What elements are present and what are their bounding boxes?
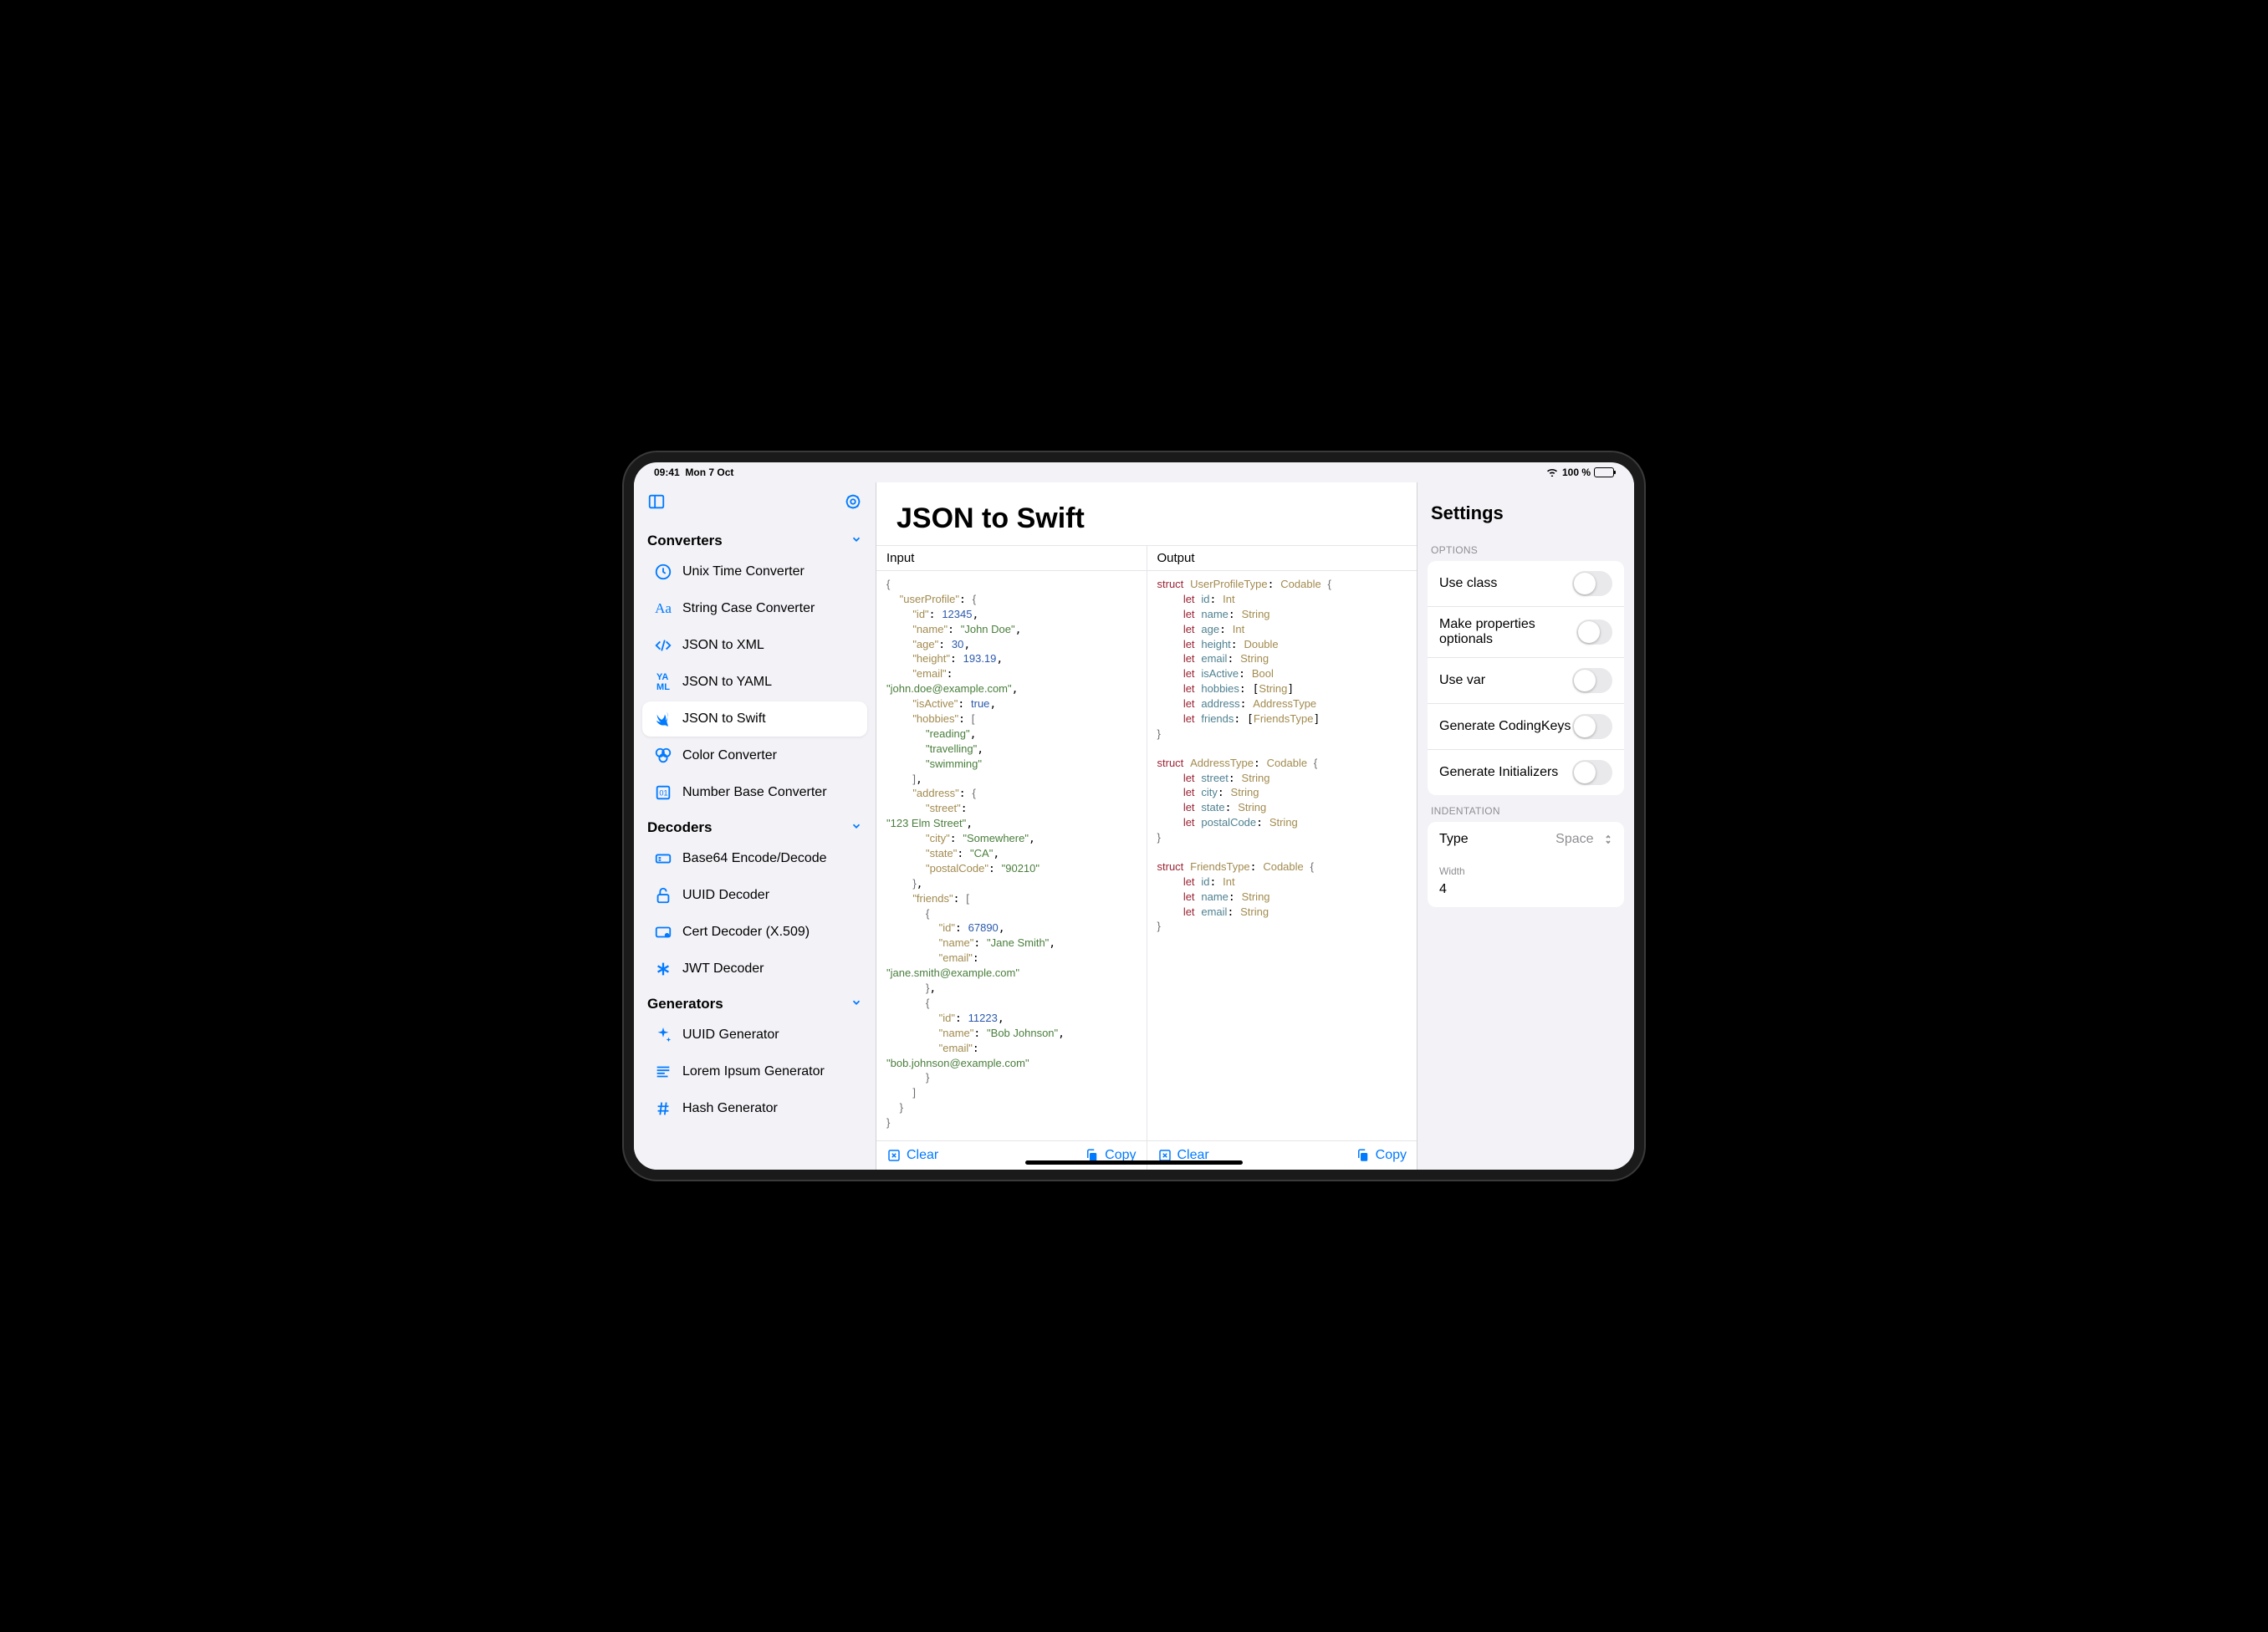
home-indicator — [1025, 1160, 1243, 1165]
battery-icon — [1594, 467, 1614, 477]
sidebar-item-label: Unix Time Converter — [682, 564, 805, 579]
lockopen-icon — [654, 886, 672, 905]
page-title: JSON to Swift — [876, 482, 1417, 545]
sidebar-item-label: JSON to Swift — [682, 711, 766, 727]
sidebar-item-label: JWT Decoder — [682, 961, 764, 977]
sidebar-item-label: Cert Decoder (X.509) — [682, 925, 810, 940]
sidebar-item-json-to-swift[interactable]: JSON to Swift — [642, 701, 867, 737]
section-header[interactable]: Generators — [634, 988, 876, 1016]
sidebar-item-label: Base64 Encode/Decode — [682, 851, 827, 866]
output-column: Output struct UserProfileType: Codable {… — [1147, 546, 1418, 1170]
chevron-down-icon — [850, 995, 862, 1012]
sidebar-item-lorem-ipsum-generator[interactable]: Lorem Ipsum Generator — [642, 1054, 867, 1089]
swift-icon — [654, 710, 672, 728]
chevron-down-icon — [850, 532, 862, 549]
settings-title: Settings — [1428, 482, 1624, 534]
sidebar-item-base64-encode-decode[interactable]: Base64 Encode/Decode — [642, 841, 867, 876]
sidebar-item-label: UUID Generator — [682, 1028, 779, 1043]
input-column: Input { "userProfile": { "id": 12345, "n… — [876, 546, 1147, 1170]
section-header[interactable]: Converters — [634, 525, 876, 553]
statusbar: 09:41 Mon 7 Oct 100 % — [634, 462, 1634, 482]
sidebar-item-label: JSON to XML — [682, 638, 764, 653]
option-generate-codingkeys[interactable]: Generate CodingKeys — [1428, 703, 1624, 749]
svg-text:01: 01 — [659, 789, 667, 798]
battery-pct: 100 % — [1562, 467, 1591, 478]
clear-input-button[interactable]: Clear — [886, 1148, 938, 1163]
gear-icon[interactable] — [844, 492, 862, 515]
b64-icon — [654, 849, 672, 868]
output-label: Output — [1147, 546, 1418, 571]
sidebar-item-color-converter[interactable]: Color Converter — [642, 738, 867, 773]
toggle[interactable] — [1576, 620, 1612, 645]
sidebar-item-label: UUID Decoder — [682, 888, 769, 903]
toggle[interactable] — [1572, 760, 1612, 785]
sidebar: Converters Unix Time Converter Aa String Ca… — [634, 482, 876, 1170]
options-group-label: OPTIONS — [1428, 534, 1624, 561]
sidebar-item-jwt-decoder[interactable]: JWT Decoder — [642, 951, 867, 987]
sidebar-item-label: String Case Converter — [682, 601, 815, 616]
sidebar-item-uuid-generator[interactable]: UUID Generator — [642, 1017, 867, 1053]
toggle[interactable] — [1572, 571, 1612, 596]
option-use-class[interactable]: Use class — [1428, 561, 1624, 606]
output-viewer[interactable]: struct UserProfileType: Codable { let id… — [1147, 571, 1418, 1140]
sidebar-item-json-to-yaml[interactable]: YAML JSON to YAML — [642, 665, 867, 700]
sidebar-item-unix-time-converter[interactable]: Unix Time Converter — [642, 554, 867, 589]
hash-icon — [654, 1099, 672, 1118]
sidebar-item-hash-generator[interactable]: Hash Generator — [642, 1091, 867, 1126]
copy-output-button[interactable]: Copy — [1356, 1148, 1407, 1163]
chevron-down-icon — [850, 819, 862, 836]
status-time: 09:41 — [654, 467, 680, 478]
palette-icon — [654, 747, 672, 765]
sidebar-item-label: JSON to YAML — [682, 675, 772, 690]
sidebar-item-cert-decoder-x-509-[interactable]: Cert Decoder (X.509) — [642, 915, 867, 950]
option-use-var[interactable]: Use var — [1428, 657, 1624, 703]
cert-icon — [654, 923, 672, 941]
section-header[interactable]: Decoders — [634, 812, 876, 839]
sidebar-item-json-to-xml[interactable]: JSON to XML — [642, 628, 867, 663]
sidebar-item-label: Number Base Converter — [682, 785, 827, 800]
indentation-group-label: INDENTATION — [1428, 795, 1624, 822]
toggle-sidebar-icon[interactable] — [647, 492, 666, 515]
sidebar-item-label: Color Converter — [682, 748, 777, 763]
input-editor[interactable]: { "userProfile": { "id": 12345, "name": … — [876, 571, 1147, 1140]
main-panel: JSON to Swift Input { "userProfile": { "… — [876, 482, 1417, 1170]
indent-width-label: Width — [1428, 857, 1624, 877]
asterisk-icon — [654, 960, 672, 978]
indent-type-row[interactable]: Type Space — [1428, 822, 1624, 857]
status-date: Mon 7 Oct — [685, 467, 733, 478]
sidebar-item-label: Hash Generator — [682, 1101, 778, 1116]
option-generate-initializers[interactable]: Generate Initializers — [1428, 749, 1624, 795]
sidebar-item-string-case-converter[interactable]: Aa String Case Converter — [642, 591, 867, 626]
lines-icon — [654, 1063, 672, 1081]
input-label: Input — [876, 546, 1147, 571]
sidebar-item-uuid-decoder[interactable]: UUID Decoder — [642, 878, 867, 913]
toggle[interactable] — [1572, 668, 1612, 693]
sparkle-icon — [654, 1026, 672, 1044]
sidebar-item-number-base-converter[interactable]: 01 Number Base Converter — [642, 775, 867, 810]
binary-icon: 01 — [654, 783, 672, 802]
yaml-icon: YAML — [654, 673, 672, 691]
wifi-icon — [1545, 467, 1559, 479]
sidebar-item-label: Lorem Ipsum Generator — [682, 1064, 825, 1079]
settings-panel: Settings OPTIONS Use classMake propertie… — [1417, 482, 1634, 1170]
indent-width-value[interactable]: 4 — [1428, 877, 1624, 907]
toggle[interactable] — [1572, 714, 1612, 739]
text-icon: Aa — [654, 599, 672, 618]
option-make-properties-optionals[interactable]: Make properties optionals — [1428, 606, 1624, 657]
code-icon — [654, 636, 672, 655]
clock-icon — [654, 563, 672, 581]
